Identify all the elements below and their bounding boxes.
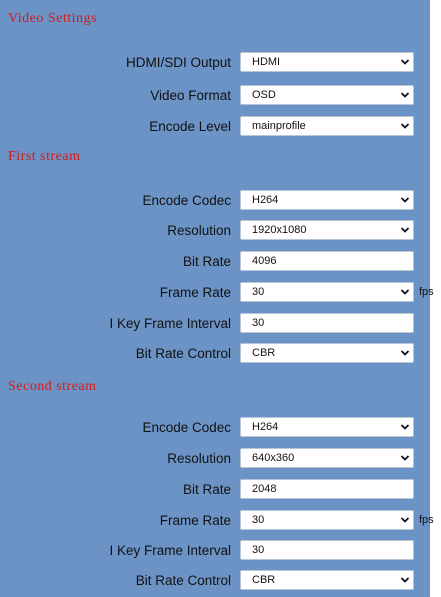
- second-i-key-frame-interval-value: 30: [252, 544, 265, 556]
- first-frame-rate-select[interactable]: 30: [240, 282, 414, 302]
- settings-panel: Video Settings HDMI/SDI Output HDMI Vide…: [0, 0, 434, 597]
- video-format-value: OSD: [252, 89, 276, 101]
- first-bit-rate-control-value: CBR: [252, 347, 276, 359]
- chevron-down-icon: [400, 123, 410, 129]
- video-format-label: Video Format: [150, 88, 231, 103]
- first-encode-codec-label: Encode Codec: [142, 193, 231, 208]
- video-format-row: Video Format OSD: [0, 85, 430, 107]
- first-frame-rate-value: 30: [252, 286, 265, 298]
- hdmi-sdi-output-row: HDMI/SDI Output HDMI: [0, 52, 430, 74]
- chevron-down-icon: [400, 59, 410, 65]
- encode-level-label: Encode Level: [149, 119, 231, 134]
- second-stream-title: Second stream: [8, 379, 97, 394]
- second-frame-rate-row: Frame Rate 30 fps: [0, 510, 434, 532]
- second-encode-codec-row: Encode Codec H264: [0, 417, 430, 439]
- chevron-down-icon: [400, 350, 410, 356]
- first-resolution-label: Resolution: [167, 223, 231, 238]
- second-encode-codec-label: Encode Codec: [142, 420, 231, 435]
- second-i-key-frame-interval-label: I Key Frame Interval: [109, 543, 231, 558]
- hdmi-sdi-output-value: HDMI: [252, 56, 281, 68]
- chevron-down-icon: [400, 197, 410, 203]
- first-i-key-frame-interval-input[interactable]: 30: [240, 313, 414, 333]
- second-encode-codec-value: H264: [252, 421, 279, 433]
- first-i-key-frame-interval-value: 30: [252, 317, 265, 329]
- second-encode-codec-select[interactable]: H264: [240, 417, 414, 437]
- second-frame-rate-value: 30: [252, 514, 265, 526]
- first-bit-rate-value: 4096: [252, 255, 277, 267]
- chevron-down-icon: [400, 517, 410, 523]
- second-resolution-value: 640x360: [252, 452, 295, 464]
- hdmi-sdi-output-select[interactable]: HDMI: [240, 52, 414, 72]
- second-i-key-frame-interval-input[interactable]: 30: [240, 540, 414, 560]
- second-bit-rate-input[interactable]: 2048: [240, 479, 414, 499]
- second-frame-rate-unit: fps: [419, 514, 434, 526]
- first-encode-codec-select[interactable]: H264: [240, 190, 414, 210]
- first-bit-rate-row: Bit Rate 4096: [0, 251, 430, 273]
- first-i-key-frame-interval-label: I Key Frame Interval: [109, 316, 231, 331]
- chevron-down-icon: [400, 289, 410, 295]
- second-i-key-frame-interval-row: I Key Frame Interval 30: [0, 540, 430, 562]
- chevron-down-icon: [400, 455, 410, 461]
- chevron-down-icon: [400, 577, 410, 583]
- second-resolution-select[interactable]: 640x360: [240, 448, 414, 468]
- first-resolution-value: 1920x1080: [252, 224, 307, 236]
- chevron-down-icon: [400, 227, 410, 233]
- first-stream-title: First stream: [8, 149, 81, 164]
- first-resolution-select[interactable]: 1920x1080: [240, 220, 414, 240]
- hdmi-sdi-output-label: HDMI/SDI Output: [125, 55, 231, 70]
- second-frame-rate-select[interactable]: 30: [240, 510, 414, 530]
- first-frame-rate-unit: fps: [419, 286, 434, 298]
- first-bit-rate-control-select[interactable]: CBR: [240, 343, 414, 363]
- video-settings-title: Video Settings: [8, 11, 97, 26]
- encode-level-select[interactable]: mainprofile: [240, 116, 414, 136]
- chevron-down-icon: [400, 424, 410, 430]
- first-frame-rate-label: Frame Rate: [159, 285, 231, 300]
- second-bit-rate-row: Bit Rate 2048: [0, 479, 430, 501]
- first-bit-rate-control-label: Bit Rate Control: [135, 346, 231, 361]
- chevron-down-icon: [400, 92, 410, 98]
- second-bit-rate-control-label: Bit Rate Control: [135, 573, 231, 588]
- second-frame-rate-label: Frame Rate: [159, 513, 231, 528]
- encode-level-value: mainprofile: [252, 120, 306, 132]
- second-bit-rate-control-value: CBR: [252, 574, 276, 586]
- second-bit-rate-value: 2048: [252, 483, 277, 495]
- second-bit-rate-control-select[interactable]: CBR: [240, 570, 414, 590]
- second-resolution-row: Resolution 640x360: [0, 448, 430, 470]
- first-encode-codec-value: H264: [252, 194, 279, 206]
- first-resolution-row: Resolution 1920x1080: [0, 220, 430, 242]
- first-bit-rate-input[interactable]: 4096: [240, 251, 414, 271]
- second-resolution-label: Resolution: [167, 451, 231, 466]
- second-bit-rate-control-row: Bit Rate Control CBR: [0, 570, 430, 592]
- encode-level-row: Encode Level mainprofile: [0, 116, 430, 138]
- first-i-key-frame-interval-row: I Key Frame Interval 30: [0, 313, 430, 335]
- first-encode-codec-row: Encode Codec H264: [0, 190, 430, 212]
- video-format-select[interactable]: OSD: [240, 85, 414, 105]
- second-bit-rate-label: Bit Rate: [182, 482, 231, 497]
- first-bit-rate-control-row: Bit Rate Control CBR: [0, 343, 430, 365]
- first-bit-rate-label: Bit Rate: [182, 254, 231, 269]
- first-frame-rate-row: Frame Rate 30 fps: [0, 282, 434, 304]
